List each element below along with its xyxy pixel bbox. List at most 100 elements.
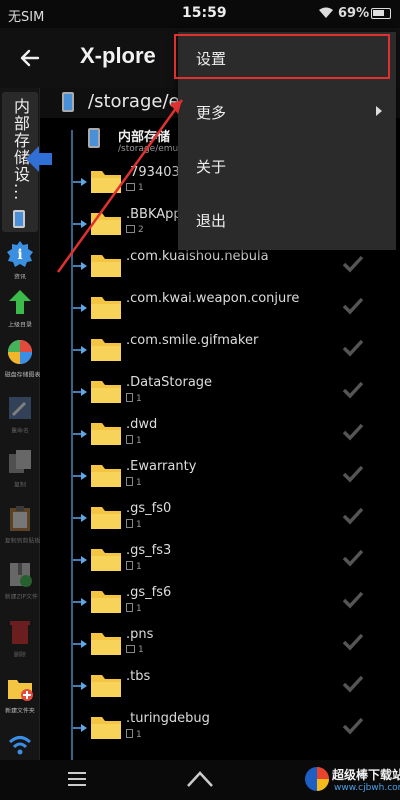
watermark-url: www.cjbwh.com [334,783,400,793]
folder-icon [91,465,121,487]
back-arrow-icon[interactable] [18,46,42,70]
settings-highlight-box [174,34,390,79]
edit-icon [9,397,31,419]
tree-expand-arrow-icon[interactable] [73,262,87,270]
tool-copy[interactable]: 复制 [2,448,38,490]
menu-icon[interactable] [68,772,86,786]
file-count-icon [126,477,133,486]
new-folder-icon [8,680,33,701]
item-count: 1 [136,520,142,530]
tool-disk-map[interactable]: 磁盘存储图表 [2,338,41,380]
tool-parent-dir-label: 上级目录 [8,321,32,329]
site-watermark: 超级棒下载站 www.cjbwh.com [300,762,400,798]
checkbox-check-icon[interactable] [342,255,364,273]
checkbox-check-icon[interactable] [342,381,364,399]
menu-item-more[interactable]: 更多 [178,86,396,140]
file-row[interactable]: .tbs [40,664,400,706]
tool-wifi[interactable] [2,730,38,762]
status-bar: 无SIM 15:59 69% [0,0,400,28]
tool-new-zip[interactable]: 新建ZIP文件 [2,560,38,602]
file-name: .DataStorage [126,375,213,390]
phone-storage-icon [88,128,100,148]
tree-expand-arrow-icon[interactable] [73,430,87,438]
tool-disk-map-label: 磁盘存储图表 [4,371,41,379]
svg-text:i: i [17,247,22,263]
checkbox-check-icon[interactable] [342,297,364,315]
tree-expand-arrow-icon[interactable] [73,472,87,480]
file-count-icon [126,561,133,570]
clipboard-icon [10,506,30,531]
root-name: 内部存储 [118,130,171,145]
file-meta: 1 [126,183,144,193]
file-meta: 1 [126,477,142,488]
folder-icon [91,507,121,529]
tree-expand-arrow-icon[interactable] [73,598,87,606]
tree-expand-arrow-icon[interactable] [73,640,87,648]
tree-expand-arrow-icon[interactable] [73,514,87,522]
file-meta: 1 [126,729,142,740]
file-row[interactable]: .gs_fs3 1 [40,538,400,580]
file-name: .gs_fs0 [126,501,172,516]
tool-clipboard-label: 复制到剪贴板 [4,537,41,545]
file-row[interactable]: .turingdebug 1 [40,706,400,748]
tool-delete[interactable]: 删除 [2,618,38,660]
submenu-arrow-icon [376,106,382,116]
file-name: .turingdebug [126,711,210,726]
tree-expand-arrow-icon[interactable] [73,346,87,354]
checkbox-check-icon[interactable] [342,633,364,651]
tree-expand-arrow-icon[interactable] [73,724,87,732]
left-toolbar: 内部存储设... i 资讯 上级目录 磁盘存储图表 重命名 复制 复制到剪贴板 … [0,88,40,760]
file-count-icon [126,729,133,738]
tool-clipboard[interactable]: 复制到剪贴板 [2,504,41,546]
tree-expand-arrow-icon[interactable] [73,220,87,228]
folder-icon [91,633,121,655]
checkbox-check-icon[interactable] [342,465,364,483]
checkbox-check-icon[interactable] [342,591,364,609]
file-name: .Ewarranty [126,459,197,474]
checkbox-check-icon[interactable] [342,675,364,693]
file-row[interactable]: .Ewarranty 1 [40,454,400,496]
copy-icon [9,450,31,473]
file-name: .dwd [126,417,158,432]
tree-expand-arrow-icon[interactable] [73,388,87,396]
tree-expand-arrow-icon[interactable] [73,556,87,564]
tree-expand-arrow-icon[interactable] [73,304,87,312]
file-name: .gs_fs6 [126,585,172,600]
tree-expand-arrow-icon[interactable] [73,682,87,690]
folder-icon [91,591,121,613]
folder-icon [91,549,121,571]
menu-item-exit[interactable]: 退出 [178,194,396,248]
file-row[interactable]: .dwd 1 [40,412,400,454]
folder-icon [91,297,121,319]
tool-new-folder[interactable]: 新建文件夹 [2,674,38,716]
file-row[interactable]: .gs_fs0 1 [40,496,400,538]
checkbox-check-icon[interactable] [342,507,364,525]
phone-storage-icon [13,210,25,228]
file-row[interactable]: .com.kuaishou.nebula [40,244,400,286]
clock: 15:59 [182,5,227,21]
checkbox-check-icon[interactable] [342,717,364,735]
checkbox-check-icon[interactable] [342,423,364,441]
file-count-icon [126,603,133,612]
checkbox-check-icon[interactable] [342,339,364,357]
file-name: .gs_fs3 [126,543,172,558]
tool-info[interactable]: i 资讯 [2,240,38,282]
tool-parent-dir[interactable]: 上级目录 [2,288,38,330]
file-row[interactable]: .com.smile.gifmaker [40,328,400,370]
menu-item-about[interactable]: 关于 [178,140,396,194]
home-icon[interactable] [186,770,214,788]
delete-icon [10,621,30,644]
item-count: 1 [136,436,142,446]
carrier-label: 无SIM [8,10,45,25]
tool-rename[interactable]: 重命名 [2,394,38,436]
item-count: 1 [136,604,142,614]
tree-expand-arrow-icon[interactable] [73,178,87,186]
file-row[interactable]: .pns 1 [40,622,400,664]
battery-level: 69% [338,6,370,21]
file-row[interactable]: .com.kwai.weapon.conjure [40,286,400,328]
folder-icon [91,381,121,403]
file-count-icon [126,519,133,528]
file-row[interactable]: .DataStorage 1 [40,370,400,412]
checkbox-check-icon[interactable] [342,549,364,567]
file-row[interactable]: .gs_fs6 1 [40,580,400,622]
